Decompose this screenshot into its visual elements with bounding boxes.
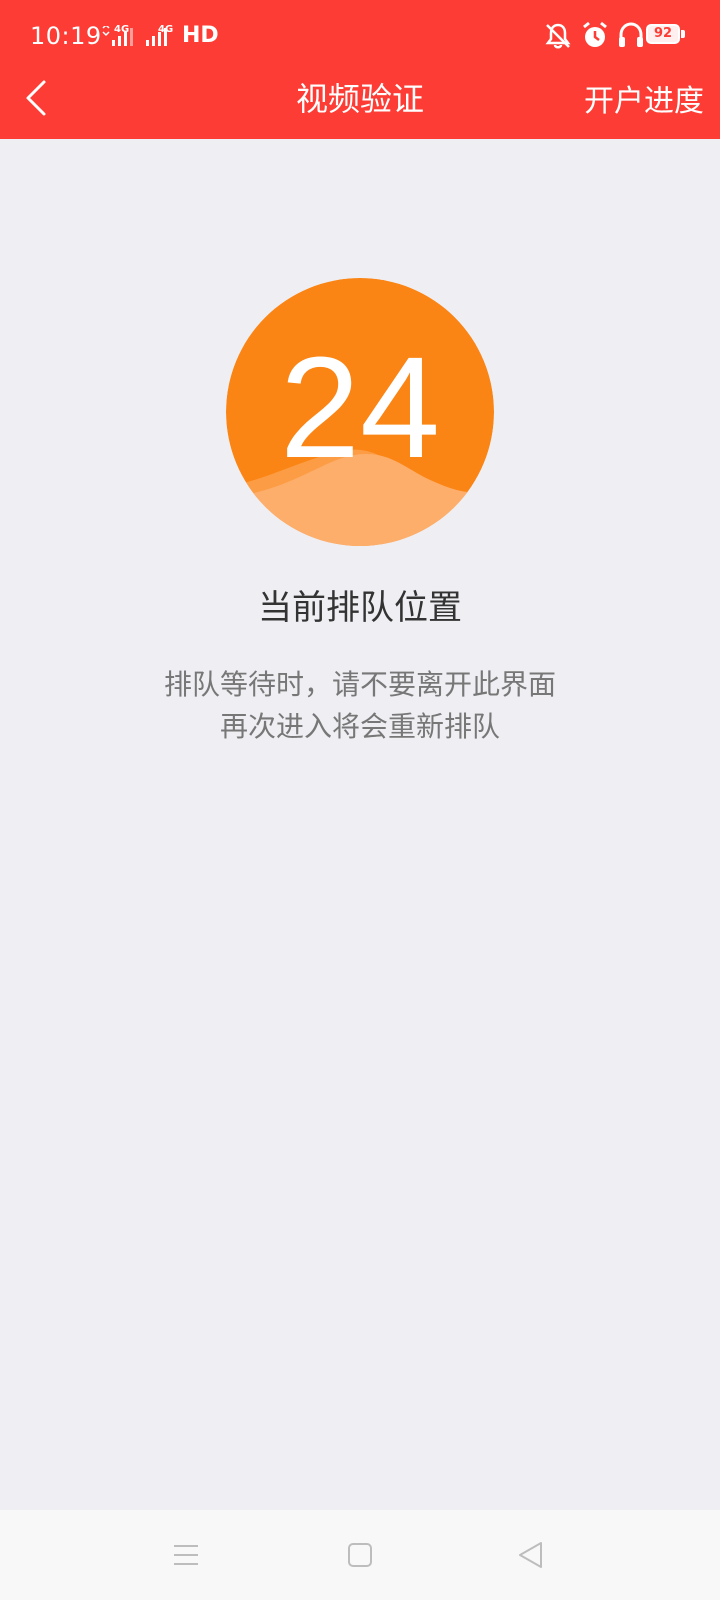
signal-strength-icon <box>146 28 167 46</box>
back-icon[interactable] <box>516 1540 546 1570</box>
battery-tip <box>681 30 685 38</box>
system-navigation-bar <box>0 1510 720 1600</box>
alarm-icon <box>583 21 607 47</box>
signal-strength-icon <box>102 26 133 46</box>
battery-icon: 92 <box>646 24 680 44</box>
status-time: 10:19 <box>30 22 102 50</box>
status-bar: 10:19 4G 4G HD <box>0 0 720 72</box>
mute-icon <box>545 23 571 49</box>
queue-tip-line: 排队等待时，请不要离开此界面 <box>163 668 556 701</box>
account-progress-button[interactable]: 开户进度 <box>584 76 704 120</box>
hd-voice-indicator: HD <box>182 23 219 48</box>
headset-icon <box>619 22 643 47</box>
app-header: 10:19 4G 4G HD <box>0 0 720 139</box>
home-icon[interactable] <box>346 1540 374 1570</box>
queue-position-label: 当前排队位置 <box>258 588 462 628</box>
menu-icon[interactable] <box>172 1540 200 1570</box>
queue-position-number: 24 <box>279 327 441 488</box>
queue-tip-line: 再次进入将会重新排队 <box>219 710 500 743</box>
